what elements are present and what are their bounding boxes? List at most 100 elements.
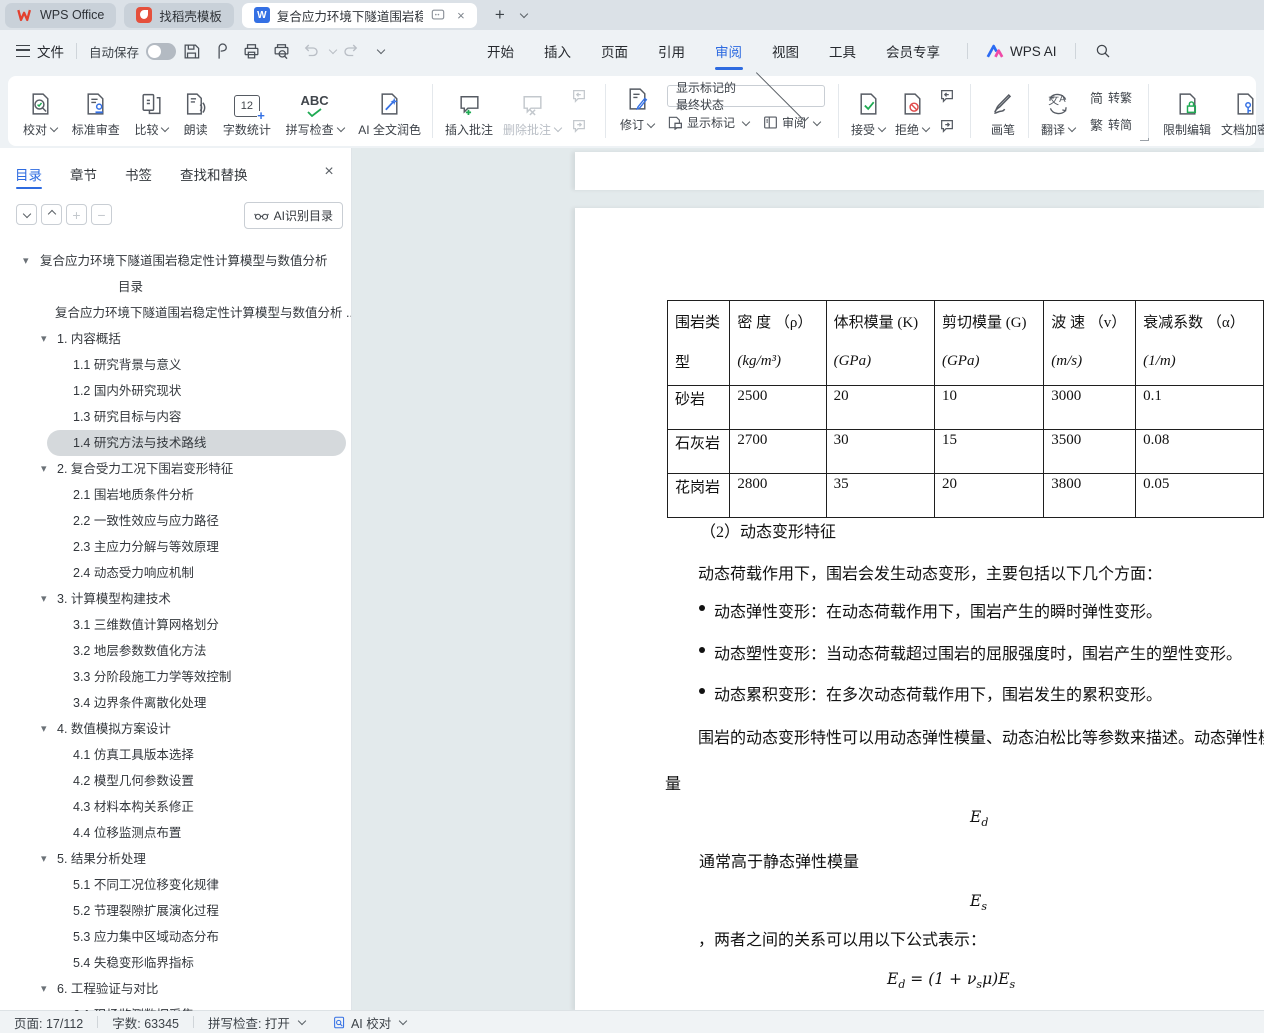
collapse-all-button[interactable] xyxy=(16,204,37,225)
sidebar-tab[interactable]: 章节 xyxy=(69,158,98,190)
ai-proofread-status[interactable]: AI 校对 xyxy=(319,1013,420,1032)
sidebar-tab[interactable]: 目录 xyxy=(14,158,43,190)
encrypt-document-button[interactable]: 文档加密 xyxy=(1216,85,1264,138)
next-comment-button[interactable] xyxy=(568,115,590,137)
promote-button[interactable]: + xyxy=(66,204,87,225)
dropdown-caret xyxy=(398,1016,408,1026)
tab-docer[interactable]: 找稻壳模板 xyxy=(124,2,234,28)
file-menu[interactable]: 文件 xyxy=(16,41,64,61)
menu-item[interactable]: 开始 xyxy=(472,30,529,72)
toc-item[interactable]: 目录 xyxy=(0,274,351,300)
toc-item[interactable]: 复合应力环境下隧道围岩稳定性计算模型与数值分析 xyxy=(0,248,351,274)
menu-item[interactable]: 视图 xyxy=(757,30,814,72)
toc-item[interactable]: 3. 计算模型构建技术 xyxy=(0,586,351,612)
translate-button[interactable]: 文 A 翻译 xyxy=(1036,85,1080,138)
save-button[interactable] xyxy=(178,38,204,64)
proofread-button[interactable]: 校对 xyxy=(18,85,62,138)
toc-item[interactable]: 4.1 仿真工具版本选择 xyxy=(0,742,351,768)
toc-item[interactable]: 5.4 失稳变形临界指标 xyxy=(0,950,351,976)
toc-item[interactable]: 5.3 应力集中区域动态分布 xyxy=(0,924,351,950)
ribbon-group-brush: 画笔 xyxy=(978,80,1028,142)
menu-item[interactable]: 页面 xyxy=(586,30,643,72)
autosave-toggle[interactable] xyxy=(146,42,177,60)
toc-item[interactable]: 1. 内容概括 xyxy=(0,326,351,352)
restrict-editing-button[interactable]: 限制编辑 xyxy=(1158,85,1216,138)
previous-page-bottom[interactable] xyxy=(575,152,1264,190)
toc-item[interactable]: 4.4 位移监测点布置 xyxy=(0,820,351,846)
wps-ai-button[interactable]: WPS AI xyxy=(986,44,1057,59)
toc-item[interactable]: 4. 数值模拟方案设计 xyxy=(0,716,351,742)
new-tab-button[interactable] xyxy=(489,4,511,26)
toc-item[interactable]: 3.3 分阶段施工力学等效控制 xyxy=(0,664,351,690)
quickbar-caret-icon[interactable] xyxy=(376,45,386,55)
delete-comment-button[interactable]: 删除批注 xyxy=(498,85,566,138)
toc-item[interactable]: 5.2 节理裂隙扩展演化过程 xyxy=(0,898,351,924)
to-traditional-button[interactable]: 简 转繁 xyxy=(1090,88,1132,107)
previous-revision-button[interactable] xyxy=(936,85,958,107)
track-changes-button[interactable]: 修订 xyxy=(615,80,659,133)
toc-item[interactable]: 1.4 研究方法与技术路线 xyxy=(0,430,351,456)
brush-button[interactable]: 画笔 xyxy=(985,85,1021,138)
toc-item[interactable]: 3.4 边界条件离散化处理 xyxy=(0,690,351,716)
to-simplified-button[interactable]: 繁 转简 xyxy=(1090,115,1132,134)
toc-item[interactable]: 2.4 动态受力响应机制 xyxy=(0,560,351,586)
menu-item[interactable]: 审阅 xyxy=(700,30,757,72)
document-page[interactable]: 围岩类型 密 度 （ρ） (kg/m³) 体积模量 (K) (GPa) 剪切模量 (… xyxy=(575,208,1264,1011)
review-pane-button[interactable]: 审阅 xyxy=(763,114,822,131)
search-icon[interactable] xyxy=(1090,38,1116,64)
toc-item[interactable]: 5. 结果分析处理 xyxy=(0,846,351,872)
sidebar-close-icon[interactable] xyxy=(319,162,339,182)
rock-parameters-table[interactable]: 围岩类型 密 度 （ρ） (kg/m³) 体积模量 (K) (GPa) 剪切模量 (… xyxy=(666,300,1264,518)
show-markup-button[interactable]: 显示标记 xyxy=(667,114,751,131)
tab-wps-office[interactable]: WPS Office xyxy=(5,2,117,28)
sidebar-tab[interactable]: 书签 xyxy=(124,158,153,190)
compare-button[interactable]: 比较 xyxy=(129,85,173,138)
toc-item[interactable]: 2.3 主应力分解与等效原理 xyxy=(0,534,351,560)
toc-item[interactable]: 3.1 三维数值计算网格划分 xyxy=(0,612,351,638)
standard-review-button[interactable]: 标准审查 xyxy=(67,85,125,138)
word-count-button[interactable]: 12 + 字数统计 xyxy=(218,85,276,138)
tab-message-icon[interactable] xyxy=(430,7,446,23)
spellcheck-status[interactable]: 拼写检查: 打开 xyxy=(194,1013,319,1032)
toc-item[interactable]: 复合应力环境下隧道围岩稳定性计算模型与数值分析 ... xyxy=(0,300,351,326)
menu-item[interactable]: 插入 xyxy=(529,30,586,72)
ai-polish-button[interactable]: AI 全文润色 xyxy=(353,85,426,138)
accept-revision-button[interactable]: 接受 xyxy=(846,85,890,138)
reject-revision-button[interactable]: 拒绝 xyxy=(890,85,934,138)
toc-item[interactable]: 6. 工程验证与对比 xyxy=(0,976,351,1002)
insert-comment-button[interactable]: 插入批注 xyxy=(440,85,498,138)
read-aloud-button[interactable]: 朗读 xyxy=(178,85,213,138)
close-tab-icon[interactable] xyxy=(453,7,469,23)
toc-item[interactable]: 2.2 一致性效应与应力路径 xyxy=(0,508,351,534)
redo-button[interactable] xyxy=(338,38,364,64)
next-revision-button[interactable] xyxy=(936,115,958,137)
toc-item[interactable]: 1.3 研究目标与内容 xyxy=(0,404,351,430)
toc-item[interactable]: 3.2 地层参数数值化方法 xyxy=(0,638,351,664)
toc-item[interactable]: 2.1 围岩地质条件分析 xyxy=(0,482,351,508)
tab-active-document[interactable]: W 复合应力环境下隧道围岩稳定 xyxy=(241,2,477,28)
menu-item[interactable]: 工具 xyxy=(814,30,871,72)
ribbon-group-comments: 插入批注 删除批注 xyxy=(440,80,606,142)
print-button[interactable] xyxy=(238,38,264,64)
toc-item[interactable]: 1.1 研究背景与意义 xyxy=(0,352,351,378)
undo-caret-icon[interactable] xyxy=(328,45,338,55)
toc-item[interactable]: 4.2 模型几何参数设置 xyxy=(0,768,351,794)
print-preview-button[interactable] xyxy=(268,38,294,64)
demote-button[interactable]: − xyxy=(91,204,112,225)
toc-item[interactable]: 5.1 不同工况位移变化规律 xyxy=(0,872,351,898)
undo-button[interactable] xyxy=(298,38,324,64)
menu-item[interactable]: 会员专享 xyxy=(871,30,955,72)
toc-item[interactable]: 1.2 国内外研究现状 xyxy=(0,378,351,404)
tab-list-caret-icon[interactable] xyxy=(519,9,529,19)
expand-all-button[interactable] xyxy=(41,204,62,225)
toc-item[interactable]: 2. 复合受力工况下围岩变形特征 xyxy=(0,456,351,482)
toc-item[interactable]: 4.3 材料本构关系修正 xyxy=(0,794,351,820)
previous-comment-button[interactable] xyxy=(568,85,590,107)
markup-state-dropdown[interactable]: 显示标记的最终状态 xyxy=(667,68,826,122)
ai-recognize-toc-button[interactable]: AI识别目录 xyxy=(243,202,343,229)
spell-check-button[interactable]: ABC 拼写检查 xyxy=(281,85,349,138)
export-pdf-button[interactable] xyxy=(208,38,234,64)
sidebar-tab[interactable]: 查找和替换 xyxy=(179,158,249,190)
menu-item[interactable]: 引用 xyxy=(643,30,700,72)
equation-Es: Es xyxy=(970,892,987,914)
